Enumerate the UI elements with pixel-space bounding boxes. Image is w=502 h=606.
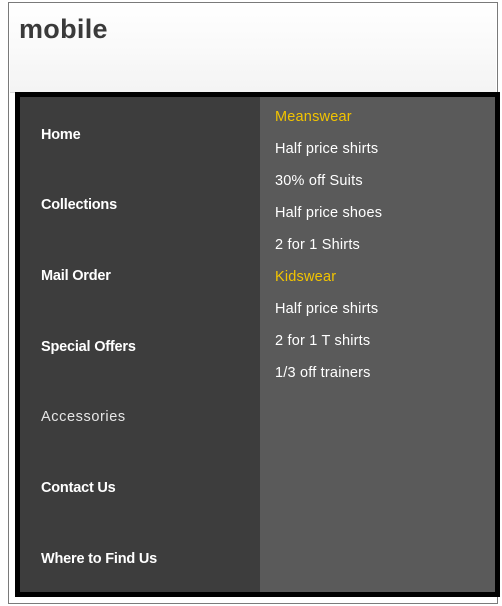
nav-item-where-to-find-us[interactable]: Where to Find Us bbox=[41, 551, 157, 567]
header: mobile bbox=[10, 4, 496, 93]
submenu-item[interactable]: 2 for 1 T shirts bbox=[275, 333, 370, 349]
submenu-panel: Meanswear Half price shirts 30% off Suit… bbox=[260, 97, 495, 592]
nav-item-home[interactable]: Home bbox=[41, 127, 81, 143]
nav-item-accessories[interactable]: Accessories bbox=[41, 409, 126, 425]
nav-column: Home Collections Mail Order Special Offe… bbox=[20, 97, 260, 592]
submenu-item[interactable]: Half price shirts bbox=[275, 301, 378, 317]
nav-item-special-offers[interactable]: Special Offers bbox=[41, 339, 136, 355]
submenu-heading-kidswear: Kidswear bbox=[275, 269, 337, 285]
page-title: mobile bbox=[19, 14, 108, 44]
submenu-item[interactable]: Half price shoes bbox=[275, 205, 382, 221]
nav-item-contact-us[interactable]: Contact Us bbox=[41, 480, 116, 496]
submenu-item[interactable]: Half price shirts bbox=[275, 141, 378, 157]
nav-item-collections[interactable]: Collections bbox=[41, 197, 117, 213]
menu-container: Home Collections Mail Order Special Offe… bbox=[15, 92, 500, 597]
submenu-item[interactable]: 1/3 off trainers bbox=[275, 365, 371, 381]
submenu-item[interactable]: 30% off Suits bbox=[275, 173, 363, 189]
submenu-item[interactable]: 2 for 1 Shirts bbox=[275, 237, 360, 253]
nav-item-mail-order[interactable]: Mail Order bbox=[41, 268, 111, 284]
submenu-heading-menswear: Meanswear bbox=[275, 109, 352, 125]
